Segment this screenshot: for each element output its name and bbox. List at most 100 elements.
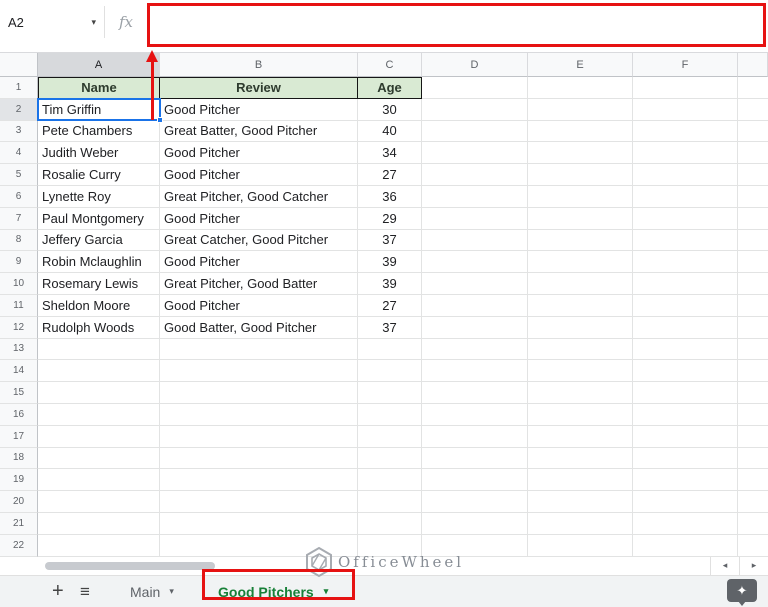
- cell-F10[interactable]: [633, 273, 738, 295]
- cell-partial-15[interactable]: [738, 382, 768, 404]
- column-header-A[interactable]: A: [38, 53, 160, 77]
- cell-B3[interactable]: Great Batter, Good Pitcher: [160, 120, 358, 143]
- cell-B17[interactable]: [160, 425, 358, 448]
- cell-C4[interactable]: 34: [358, 142, 422, 165]
- cell-E11[interactable]: [528, 294, 633, 317]
- row-header-3[interactable]: 3: [0, 120, 38, 143]
- row-header-11[interactable]: 11: [0, 294, 38, 317]
- cell-E17[interactable]: [528, 425, 633, 448]
- cell-A11[interactable]: Sheldon Moore: [38, 294, 160, 317]
- cell-F17[interactable]: [633, 425, 738, 448]
- cell-F19[interactable]: [633, 469, 738, 492]
- column-header-F[interactable]: F: [633, 53, 738, 77]
- cell-B6[interactable]: Great Pitcher, Good Catcher: [160, 185, 358, 208]
- cell-D1[interactable]: [422, 77, 528, 99]
- cell-D18[interactable]: [422, 447, 528, 470]
- cell-B8[interactable]: Great Catcher, Good Pitcher: [160, 229, 358, 252]
- cell-C22[interactable]: [358, 534, 422, 557]
- cell-partial-4[interactable]: [738, 142, 768, 165]
- row-header-16[interactable]: 16: [0, 403, 38, 426]
- cell-partial-6[interactable]: [738, 185, 768, 208]
- cell-A3[interactable]: Pete Chambers: [38, 120, 160, 143]
- cell-B5[interactable]: Good Pitcher: [160, 164, 358, 186]
- cell-D17[interactable]: [422, 425, 528, 448]
- cell-C9[interactable]: 39: [358, 251, 422, 274]
- cell-C13[interactable]: [358, 338, 422, 361]
- explore-button[interactable]: ✦: [727, 579, 757, 606]
- cell-A19[interactable]: [38, 469, 160, 492]
- row-header-20[interactable]: 20: [0, 491, 38, 513]
- cell-B9[interactable]: Good Pitcher: [160, 251, 358, 274]
- cell-E20[interactable]: [528, 491, 633, 513]
- cell-B19[interactable]: [160, 469, 358, 492]
- row-header-13[interactable]: 13: [0, 338, 38, 361]
- cell-C21[interactable]: [358, 512, 422, 535]
- cell-B1[interactable]: Review: [160, 77, 358, 99]
- sheet-tab-good-pitchers[interactable]: Good Pitchers ▾: [218, 576, 328, 607]
- cell-D5[interactable]: [422, 164, 528, 186]
- formula-input[interactable]: =FILTER(Main!B3:D30,REGEXMATCH(Main!C3:C…: [147, 0, 768, 52]
- cell-C6[interactable]: 36: [358, 185, 422, 208]
- cell-C18[interactable]: [358, 447, 422, 470]
- cell-D16[interactable]: [422, 403, 528, 426]
- cell-partial-9[interactable]: [738, 251, 768, 274]
- cell-C8[interactable]: 37: [358, 229, 422, 252]
- cell-B11[interactable]: Good Pitcher: [160, 294, 358, 317]
- cell-partial-18[interactable]: [738, 447, 768, 470]
- row-header-14[interactable]: 14: [0, 360, 38, 383]
- cell-C3[interactable]: 40: [358, 120, 422, 143]
- row-header-18[interactable]: 18: [0, 447, 38, 470]
- cell-F21[interactable]: [633, 512, 738, 535]
- cell-B13[interactable]: [160, 338, 358, 361]
- cell-E4[interactable]: [528, 142, 633, 165]
- cell-B16[interactable]: [160, 403, 358, 426]
- cell-partial-17[interactable]: [738, 425, 768, 448]
- row-header-21[interactable]: 21: [0, 512, 38, 535]
- cell-E8[interactable]: [528, 229, 633, 252]
- scrollbar-thumb[interactable]: [45, 561, 215, 570]
- cell-E21[interactable]: [528, 512, 633, 535]
- cell-A10[interactable]: Rosemary Lewis: [38, 273, 160, 295]
- cell-partial-11[interactable]: [738, 294, 768, 317]
- cell-C10[interactable]: 39: [358, 273, 422, 295]
- name-box[interactable]: A2 ▾: [0, 0, 104, 52]
- cell-A7[interactable]: Paul Montgomery: [38, 207, 160, 230]
- cell-partial-13[interactable]: [738, 338, 768, 361]
- row-header-8[interactable]: 8: [0, 229, 38, 252]
- row-header-7[interactable]: 7: [0, 207, 38, 230]
- cell-E19[interactable]: [528, 469, 633, 492]
- cell-C12[interactable]: 37: [358, 316, 422, 339]
- cell-F18[interactable]: [633, 447, 738, 470]
- cell-D10[interactable]: [422, 273, 528, 295]
- column-header-E[interactable]: E: [528, 53, 633, 77]
- row-header-12[interactable]: 12: [0, 316, 38, 339]
- cell-C20[interactable]: [358, 491, 422, 513]
- cell-F1[interactable]: [633, 77, 738, 99]
- cell-A1[interactable]: Name: [38, 77, 160, 99]
- row-header-2[interactable]: 2: [0, 98, 38, 121]
- cell-E16[interactable]: [528, 403, 633, 426]
- cell-partial-21[interactable]: [738, 512, 768, 535]
- cell-C19[interactable]: [358, 469, 422, 492]
- add-sheet-button[interactable]: +: [52, 576, 64, 607]
- cell-A22[interactable]: [38, 534, 160, 557]
- cell-partial-1[interactable]: [738, 77, 768, 99]
- cell-B20[interactable]: [160, 491, 358, 513]
- cell-partial-7[interactable]: [738, 207, 768, 230]
- row-header-4[interactable]: 4: [0, 142, 38, 165]
- cell-B21[interactable]: [160, 512, 358, 535]
- cell-A9[interactable]: Robin Mclaughlin: [38, 251, 160, 274]
- cell-partial-10[interactable]: [738, 273, 768, 295]
- cell-E5[interactable]: [528, 164, 633, 186]
- select-all-corner[interactable]: [0, 53, 38, 77]
- cell-A8[interactable]: Jeffery Garcia: [38, 229, 160, 252]
- cell-A21[interactable]: [38, 512, 160, 535]
- row-header-6[interactable]: 6: [0, 185, 38, 208]
- cell-B15[interactable]: [160, 382, 358, 404]
- cell-partial-8[interactable]: [738, 229, 768, 252]
- cell-D20[interactable]: [422, 491, 528, 513]
- cell-D9[interactable]: [422, 251, 528, 274]
- cell-B22[interactable]: [160, 534, 358, 557]
- chevron-down-icon[interactable]: ▾: [169, 586, 174, 597]
- scroll-left-icon[interactable]: ◂: [710, 556, 739, 575]
